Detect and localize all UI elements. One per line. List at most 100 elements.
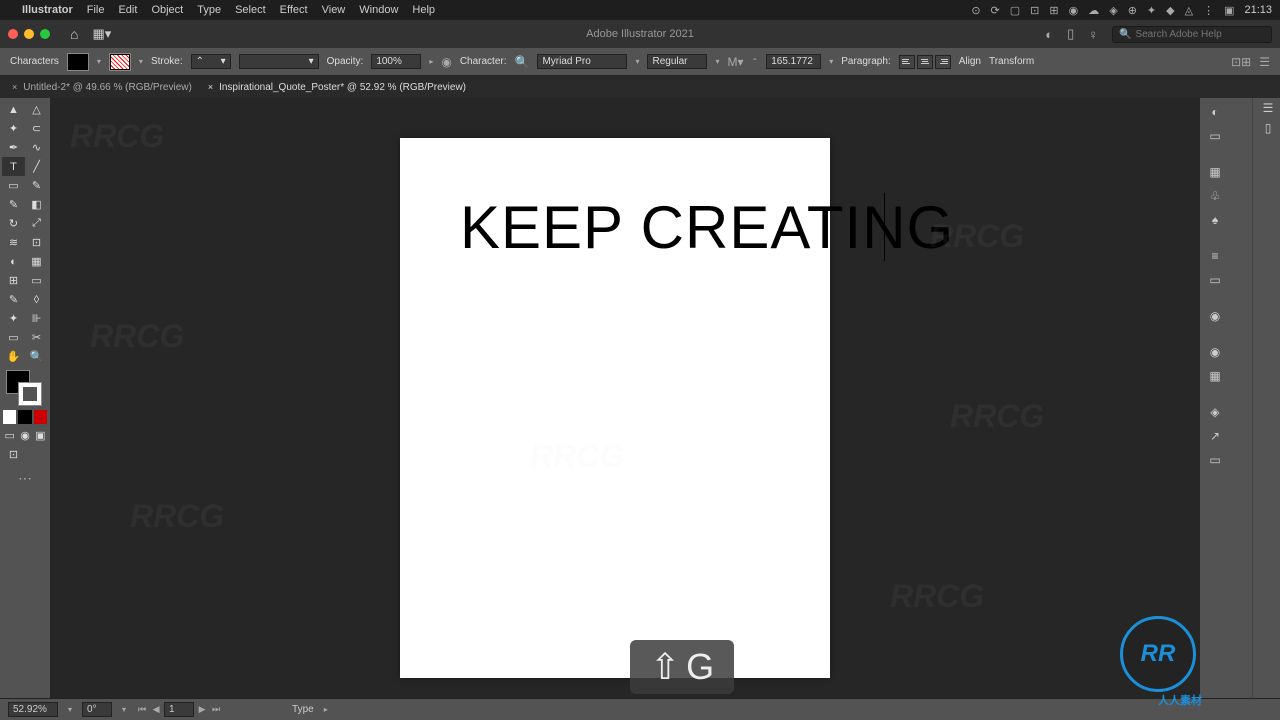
draw-inside-button[interactable] — [34, 410, 47, 424]
free-transform-tool[interactable]: ⊡ — [25, 233, 48, 252]
chevron-down-icon[interactable]: ▾ — [635, 57, 639, 66]
transparency-panel-button[interactable]: ◉ — [1204, 306, 1226, 326]
width-tool[interactable]: ≋ — [2, 233, 25, 252]
stroke-indicator[interactable] — [18, 382, 42, 406]
cc-icon[interactable]: ✦ — [1147, 4, 1156, 17]
font-search-icon[interactable]: 🔍 — [515, 55, 530, 69]
artboard-number-input[interactable] — [164, 702, 194, 717]
first-artboard-button[interactable]: ⏮ — [136, 704, 148, 716]
lasso-tool[interactable]: ⊂ — [25, 119, 48, 138]
zoom-tool[interactable]: 🔍 — [25, 347, 48, 366]
menu-edit[interactable]: Edit — [118, 4, 137, 16]
menu-window[interactable]: Window — [359, 4, 398, 16]
stroke-weight-dropdown[interactable]: ⌃▾ — [191, 54, 231, 69]
status-icon[interactable]: ◈ — [1109, 4, 1117, 17]
type-tool[interactable]: T — [2, 157, 25, 176]
stroke-panel-button[interactable]: ≡ — [1204, 246, 1226, 266]
cloud-icon[interactable]: ☁ — [1088, 4, 1099, 17]
layers-panel-button[interactable]: ◈ — [1204, 402, 1226, 422]
mesh-tool[interactable]: ⊞ — [2, 271, 25, 290]
search-box[interactable]: 🔍 — [1112, 26, 1272, 43]
font-size-input[interactable] — [766, 54, 821, 69]
wifi2-icon[interactable]: ⋮ — [1203, 4, 1214, 17]
chevron-down-icon[interactable]: ▾ — [97, 57, 101, 66]
brush-dropdown[interactable]: ▾ — [239, 54, 319, 69]
appearance-panel-button[interactable]: ◉ — [1204, 342, 1226, 362]
learn-icon[interactable]: ♀ — [1088, 27, 1098, 42]
paintbrush-tool[interactable]: ✎ — [25, 176, 48, 195]
font-style-input[interactable] — [647, 54, 707, 69]
maximize-window-button[interactable] — [40, 29, 50, 39]
asset-export-panel-button[interactable]: ↗ — [1204, 426, 1226, 446]
brushes-panel-button[interactable]: ♠ — [1204, 210, 1226, 230]
rotate-tool[interactable]: ↻ — [2, 214, 25, 233]
screen-icon[interactable]: ⊡ — [1030, 4, 1039, 17]
menu-effect[interactable]: Effect — [280, 4, 308, 16]
chevron-down-icon[interactable]: ▾ — [68, 705, 72, 714]
sync-icon[interactable]: ⟳ — [991, 4, 1000, 17]
edit-toolbar-button[interactable]: ⊡ — [2, 445, 25, 464]
menu-select[interactable]: Select — [235, 4, 266, 16]
menu-type[interactable]: Type — [197, 4, 221, 16]
dropbox-icon[interactable]: ◆ — [1166, 4, 1174, 17]
chevron-down-icon[interactable]: ▾ — [122, 705, 126, 714]
tab-untitled[interactable]: × Untitled-2* @ 49.66 % (RGB/Preview) — [4, 79, 200, 96]
graphic-styles-panel-button[interactable]: ▦ — [1204, 366, 1226, 386]
more-tools-button[interactable]: ⋯ — [2, 470, 48, 487]
canvas[interactable]: KEEP CREATING ⇧ G RRCG RRCG RRCG RRCG RR… — [50, 98, 1200, 698]
screen-mode3-button[interactable]: ▣ — [33, 426, 48, 445]
last-artboard-button[interactable]: ⏭ — [210, 704, 222, 716]
search-input[interactable] — [1135, 29, 1265, 40]
chevron-down-icon[interactable]: ▾ — [829, 57, 833, 66]
menu-icon[interactable]: ☰ — [1259, 55, 1270, 69]
menu-file[interactable]: File — [87, 4, 105, 16]
home-icon[interactable]: ⌂ — [70, 26, 78, 42]
draw-behind-button[interactable] — [18, 410, 31, 424]
touch-type-icon[interactable]: M▾ — [727, 55, 743, 69]
chevron-down-icon[interactable]: ▾ — [715, 57, 719, 66]
slice-tool[interactable]: ✂ — [25, 328, 48, 347]
eyedropper-tool[interactable]: ✎ — [2, 290, 25, 309]
bluetooth-icon[interactable]: ⊞ — [1049, 4, 1058, 17]
volume-icon[interactable]: ◉ — [1069, 4, 1079, 17]
draw-normal-button[interactable] — [3, 410, 16, 424]
opacity-input[interactable] — [371, 54, 421, 69]
prev-artboard-button[interactable]: ◀ — [150, 704, 162, 716]
align-label[interactable]: Align — [959, 56, 981, 67]
rectangle-tool[interactable]: ▭ — [2, 176, 25, 195]
chevron-down-icon[interactable]: ▾ — [139, 57, 143, 66]
tab-inspirational[interactable]: × Inspirational_Quote_Poster* @ 52.92 % … — [200, 79, 474, 96]
stroke-color-swatch[interactable] — [109, 53, 131, 71]
close-icon[interactable]: × — [208, 82, 213, 92]
artboard[interactable]: KEEP CREATING — [400, 138, 830, 678]
align-left-button[interactable] — [899, 55, 915, 69]
stepper-icon[interactable]: ⌃ — [752, 57, 759, 66]
screen-mode2-button[interactable]: ◉ — [17, 426, 32, 445]
symbol-sprayer-tool[interactable]: ✦ — [2, 309, 25, 328]
next-artboard-button[interactable]: ▶ — [196, 704, 208, 716]
color-panel-button[interactable]: ▦ — [1204, 162, 1226, 182]
scale-tool[interactable]: ⤢ — [25, 214, 48, 233]
artboard-tool[interactable]: ▭ — [2, 328, 25, 347]
signal-icon[interactable]: ◬ — [1185, 4, 1193, 17]
artboards-panel-button[interactable]: ▭ — [1204, 450, 1226, 470]
shield-icon[interactable]: ⊕ — [1128, 4, 1137, 17]
magic-wand-tool[interactable]: ✦ — [2, 119, 25, 138]
selection-tool[interactable]: ▲ — [2, 100, 25, 119]
input-icon[interactable]: ▣ — [1224, 4, 1234, 17]
fill-stroke-indicator[interactable] — [6, 370, 42, 406]
battery-icon[interactable]: ▢ — [1010, 4, 1020, 17]
close-window-button[interactable] — [8, 29, 18, 39]
pen-tool[interactable]: ✒ — [2, 138, 25, 157]
direct-selection-tool[interactable]: △ — [25, 100, 48, 119]
document-panel-button[interactable]: ▯ — [1257, 118, 1279, 138]
graph-tool[interactable]: ⊪ — [25, 309, 48, 328]
menu-app-name[interactable]: Illustrator — [22, 4, 73, 16]
comments-panel-button[interactable]: ☰ — [1257, 98, 1279, 118]
menu-view[interactable]: View — [322, 4, 346, 16]
curvature-tool[interactable]: ∿ — [25, 138, 48, 157]
align-center-button[interactable] — [917, 55, 933, 69]
recolor-icon[interactable]: ◉ — [441, 55, 451, 69]
minimize-window-button[interactable] — [24, 29, 34, 39]
close-icon[interactable]: × — [12, 82, 17, 92]
